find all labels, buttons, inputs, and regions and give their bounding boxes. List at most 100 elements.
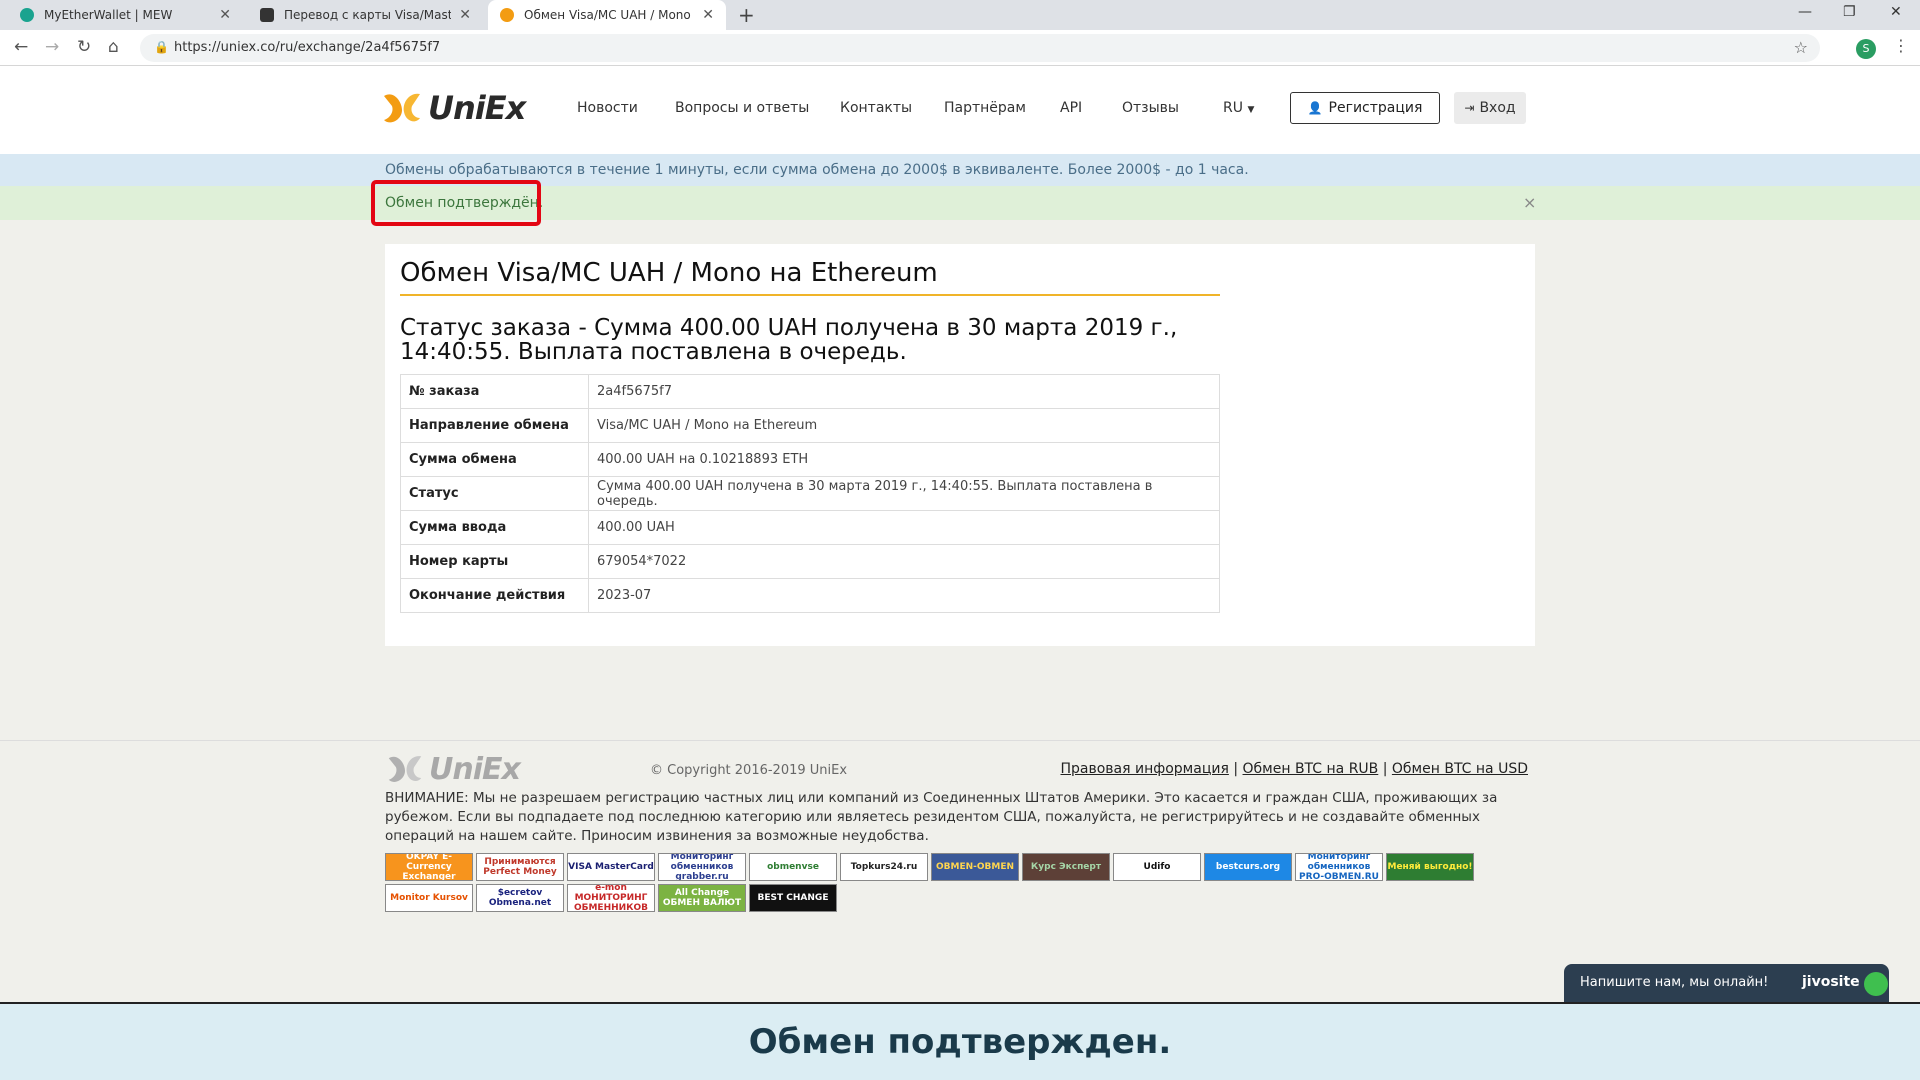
bookmark-star-icon[interactable]: ☆ bbox=[1794, 38, 1808, 57]
partner-badge[interactable]: Udifo bbox=[1113, 853, 1201, 881]
partner-badge[interactable]: Topkurs24.ru bbox=[840, 853, 928, 881]
partner-badge[interactable]: $ecretov Obmena.net bbox=[476, 884, 564, 912]
uniex-logo[interactable]: UniEx bbox=[380, 88, 526, 128]
partner-badge[interactable]: Принимаются Perfect Money bbox=[476, 853, 564, 881]
row-value: 2023-07 bbox=[588, 578, 1220, 613]
row-value: 2a4f5675f7 bbox=[588, 374, 1220, 409]
btc-rub-link[interactable]: Обмен BTC на RUB bbox=[1243, 761, 1379, 777]
close-alert-icon[interactable]: × bbox=[1523, 193, 1536, 212]
url-text: https://uniex.co/ru/exchange/2a4f5675f7 bbox=[174, 40, 441, 55]
partner-badge[interactable]: Monitor Kursov bbox=[385, 884, 473, 912]
info-banner: Обмены обрабатываются в течение 1 минуты… bbox=[0, 154, 1920, 186]
close-tab-icon[interactable]: ✕ bbox=[702, 7, 714, 23]
minimize-icon[interactable]: — bbox=[1798, 4, 1812, 20]
partner-badge[interactable]: Курс Эксперт bbox=[1022, 853, 1110, 881]
partner-badge[interactable]: Меняй выгодно! bbox=[1386, 853, 1474, 881]
mew-favicon-icon bbox=[20, 8, 34, 22]
row-label: Направление обмена bbox=[400, 408, 589, 443]
footer-links: Правовая информация | Обмен BTC на RUB |… bbox=[1060, 761, 1529, 777]
legal-info-link[interactable]: Правовая информация bbox=[1061, 761, 1229, 777]
exchange-card: Обмен Visa/MC UAH / Mono на Ethereum Ста… bbox=[385, 244, 1535, 646]
partner-badge[interactable]: Мониторинг обменников grabber.ru bbox=[658, 853, 746, 881]
copyright-text: © Copyright 2016-2019 UniEx bbox=[650, 763, 848, 778]
close-tab-icon[interactable]: ✕ bbox=[459, 7, 471, 23]
close-tab-icon[interactable]: ✕ bbox=[219, 7, 231, 23]
nav-partners[interactable]: Партнёрам bbox=[944, 100, 1026, 116]
jivosite-brand: jivosite bbox=[1802, 974, 1860, 990]
login-button[interactable]: ⇥ Вход bbox=[1454, 92, 1526, 124]
tab-mew[interactable]: MyEtherWallet | MEW ✕ bbox=[8, 0, 243, 30]
partner-badge[interactable]: OKPAY E-Currency Exchanger bbox=[385, 853, 473, 881]
row-value: 400.00 UAH bbox=[588, 510, 1220, 545]
partner-badge[interactable]: bestcurs.org bbox=[1204, 853, 1292, 881]
table-row: № заказа 2a4f5675f7 bbox=[400, 374, 1220, 409]
language-select[interactable]: RU ▼ bbox=[1223, 100, 1254, 116]
restore-icon[interactable]: ❐ bbox=[1843, 4, 1856, 20]
partner-badge[interactable]: Мониторинг обменников PRO-OBMEN.RU bbox=[1295, 853, 1383, 881]
caption-text: Обмен подтвержден. bbox=[748, 1022, 1172, 1062]
us-warning-text: ВНИМАНИЕ: Мы не разрешаем регистрацию ча… bbox=[385, 790, 1498, 844]
row-label: Статус bbox=[400, 476, 589, 511]
register-label: Регистрация bbox=[1328, 100, 1423, 116]
browser-menu-icon[interactable]: ⋮ bbox=[1893, 36, 1909, 55]
row-label: Номер карты bbox=[400, 544, 589, 579]
row-value: Visa/MC UAH / Mono на Ethereum bbox=[588, 408, 1220, 443]
caret-down-icon: ▼ bbox=[1247, 105, 1255, 115]
bc-favicon-icon bbox=[260, 8, 274, 22]
table-row: Направление обмена Visa/MC UAH / Mono на … bbox=[400, 408, 1220, 443]
footer-logo[interactable]: UniEx bbox=[385, 751, 521, 787]
register-button[interactable]: 👤 Регистрация bbox=[1290, 92, 1440, 124]
tab-title: Перевод с карты Visa/MasterCard bbox=[284, 8, 452, 22]
uniex-logo-icon bbox=[384, 93, 420, 123]
close-window-icon[interactable]: ✕ bbox=[1890, 4, 1902, 20]
partner-badge[interactable]: e-mon МОНИТОРИНГ ОБМЕННИКОВ bbox=[567, 884, 655, 912]
site-header: UniEx Новости Вопросы и ответы Контакты … bbox=[0, 66, 1920, 154]
url-field[interactable]: 🔒 https://uniex.co/ru/exchange/2a4f5675f… bbox=[140, 34, 1820, 62]
sign-in-icon: ⇥ bbox=[1464, 101, 1475, 115]
order-status-heading: Статус заказа - Сумма 400.00 UAH получен… bbox=[400, 315, 1178, 365]
partner-badge[interactable]: All Change ОБМЕН ВАЛЮТ bbox=[658, 884, 746, 912]
uniex-logo-gray-icon bbox=[388, 756, 422, 782]
language-label: RU bbox=[1223, 100, 1243, 116]
row-value: 679054*7022 bbox=[588, 544, 1220, 579]
btc-usd-link[interactable]: Обмен BTC на USD bbox=[1392, 761, 1528, 777]
row-label: № заказа bbox=[400, 374, 589, 409]
forward-icon[interactable]: → bbox=[45, 37, 59, 57]
home-icon[interactable]: ⌂ bbox=[108, 37, 119, 57]
success-alert: Обмен подтверждён. × bbox=[0, 186, 1920, 220]
logo-wordmark: UniEx bbox=[428, 89, 526, 127]
site-footer: UniEx © Copyright 2016-2019 UniEx Правов… bbox=[0, 740, 1920, 1000]
nav-faq[interactable]: Вопросы и ответы bbox=[675, 100, 809, 116]
lock-icon: 🔒 bbox=[154, 40, 169, 54]
partner-badge[interactable]: obmenvse bbox=[749, 853, 837, 881]
row-value: 400.00 UAH на 0.10218893 ETH bbox=[588, 442, 1220, 477]
nav-reviews[interactable]: Отзывы bbox=[1122, 100, 1179, 116]
tab-transfer[interactable]: Перевод с карты Visa/MasterCard ✕ bbox=[248, 0, 483, 30]
tab-uniex-active[interactable]: Обмен Visa/MC UAH / Mono на ✕ bbox=[488, 0, 726, 30]
profile-avatar[interactable]: S bbox=[1856, 39, 1876, 59]
reload-icon[interactable]: ↻ bbox=[77, 37, 91, 57]
partner-badge[interactable]: OBMEN-OBMEN bbox=[931, 853, 1019, 881]
nav-news[interactable]: Новости bbox=[577, 100, 638, 116]
partner-badge[interactable]: VISA MasterCard bbox=[567, 853, 655, 881]
tab-title: MyEtherWallet | MEW bbox=[44, 8, 173, 22]
nav-contacts[interactable]: Контакты bbox=[840, 100, 912, 116]
nav-api[interactable]: API bbox=[1060, 100, 1082, 116]
browser-tabbar: MyEtherWallet | MEW ✕ Перевод с карты Vi… bbox=[0, 0, 1920, 30]
row-label: Сумма обмена bbox=[400, 442, 589, 477]
row-value: Сумма 400.00 UAH получена в 30 марта 201… bbox=[588, 476, 1220, 511]
chat-prompt: Напишите нам, мы онлайн! bbox=[1580, 975, 1769, 990]
back-icon[interactable]: ← bbox=[14, 37, 28, 57]
new-tab-icon[interactable]: + bbox=[738, 3, 755, 27]
page-title: Обмен Visa/MC UAH / Mono на Ethereum bbox=[400, 258, 938, 288]
uniex-favicon-icon bbox=[500, 8, 514, 22]
table-row: Номер карты 679054*7022 bbox=[400, 544, 1220, 579]
table-row: Статус Сумма 400.00 UAH получена в 30 мар… bbox=[400, 476, 1220, 511]
row-label: Сумма ввода bbox=[400, 510, 589, 545]
info-banner-text: Обмены обрабатываются в течение 1 минуты… bbox=[385, 162, 1249, 178]
partner-badges: OKPAY E-Currency Exchanger Принимаются Pe… bbox=[385, 853, 1535, 912]
order-details-table: № заказа 2a4f5675f7 Направление обмена Vis… bbox=[400, 374, 1220, 613]
partner-badge[interactable]: BEST CHANGE bbox=[749, 884, 837, 912]
chat-widget[interactable]: Напишите нам, мы онлайн! jivosite bbox=[1564, 964, 1889, 1002]
user-icon: 👤 bbox=[1307, 101, 1323, 115]
